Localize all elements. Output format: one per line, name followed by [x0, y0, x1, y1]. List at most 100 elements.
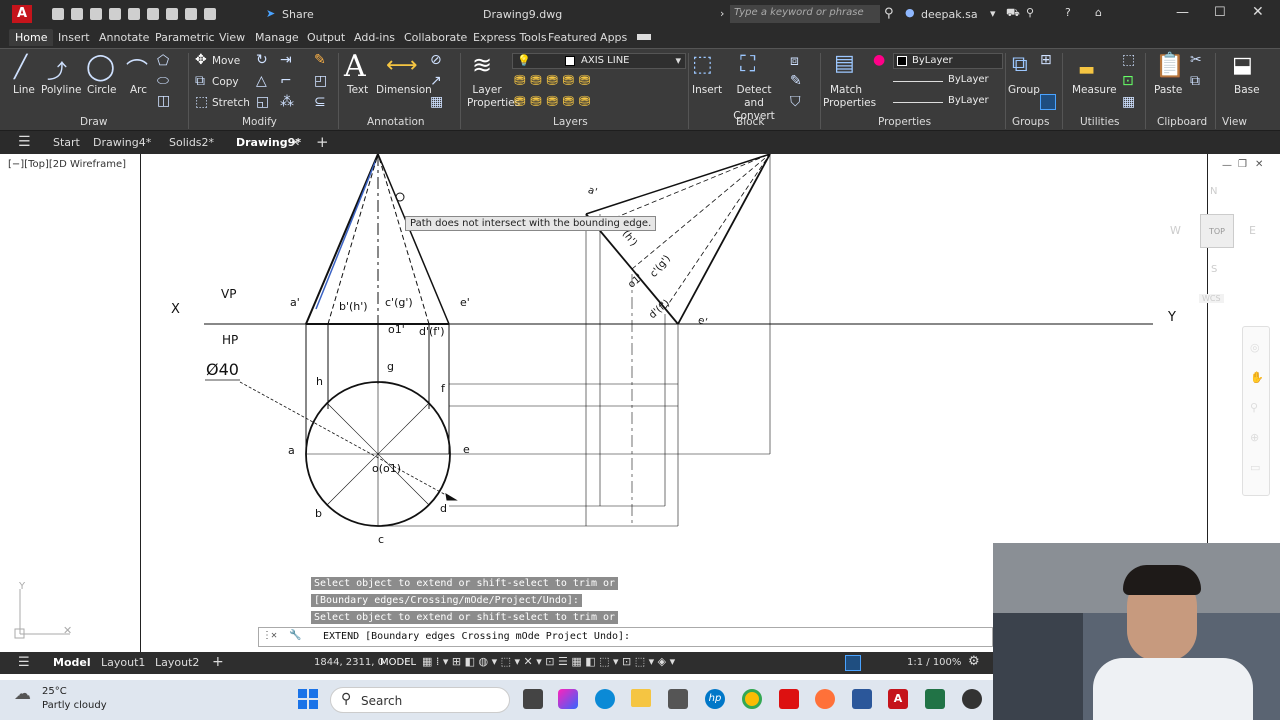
- paste-button[interactable]: Paste: [1154, 84, 1182, 96]
- measure-icon[interactable]: ▬: [1078, 59, 1095, 80]
- clipboard-panel-title[interactable]: Clipboard: [1157, 116, 1207, 128]
- file-tab-drawing4[interactable]: Drawing4*: [93, 136, 151, 149]
- autocad-taskbar-icon[interactable]: A: [888, 689, 908, 709]
- tab-parametric[interactable]: Parametric: [155, 31, 215, 44]
- table-icon[interactable]: ▦: [430, 94, 443, 110]
- insert-icon[interactable]: ⬚: [692, 52, 713, 77]
- coordinate-readout[interactable]: 1844, 2311, 0: [314, 657, 384, 668]
- orbit-icon[interactable]: ⊕: [1250, 431, 1259, 444]
- save-as-icon[interactable]: [109, 8, 121, 20]
- layer-tools-icon[interactable]: ⛃ ⛃ ⛃ ⛃ ⛃: [514, 73, 590, 89]
- rectangle-icon[interactable]: ⬠: [157, 53, 169, 69]
- array-icon[interactable]: ⁂: [280, 94, 294, 110]
- match-properties-button[interactable]: Match Properties: [823, 84, 876, 110]
- circle-icon[interactable]: ◯: [86, 52, 115, 82]
- view-panel-title[interactable]: View: [1222, 116, 1247, 128]
- polyline-icon[interactable]: ⤴: [47, 55, 67, 84]
- showmotion-icon[interactable]: ▭: [1250, 461, 1260, 474]
- zoom-icon[interactable]: ⚲: [1250, 401, 1258, 414]
- close-tab-icon[interactable]: ✕: [291, 136, 300, 149]
- minimize-icon[interactable]: —: [1176, 5, 1189, 20]
- mcafee-icon[interactable]: [779, 689, 799, 709]
- ribbon-toggle-icon[interactable]: [637, 34, 651, 40]
- quick-select-icon[interactable]: ⬚: [1122, 52, 1135, 68]
- navigation-bar[interactable]: ◎ ✋ ⚲ ⊕ ▭: [1242, 326, 1270, 496]
- open-icon[interactable]: [71, 8, 83, 20]
- text-button[interactable]: Text: [347, 84, 368, 96]
- share-button[interactable]: Share: [282, 8, 314, 21]
- tab-featured-apps[interactable]: Featured Apps: [548, 31, 627, 44]
- paste-icon[interactable]: 📋: [1155, 51, 1185, 79]
- wcs-menu[interactable]: WCS: [1199, 294, 1224, 303]
- tab-express-tools[interactable]: Express Tools: [473, 31, 547, 44]
- viewcube-top[interactable]: TOP: [1200, 214, 1234, 248]
- boundary-icon[interactable]: ◫: [157, 93, 170, 109]
- color-wheel-icon[interactable]: ●: [873, 52, 885, 68]
- polyline-button[interactable]: Polyline: [41, 84, 81, 96]
- hatch-icon[interactable]: ⬭: [157, 73, 169, 89]
- detect-convert-icon[interactable]: ⛶: [740, 52, 755, 77]
- layer-properties-button[interactable]: Layer Properties: [467, 84, 520, 110]
- settings-gear-icon[interactable]: ⚙: [968, 654, 980, 669]
- line-icon[interactable]: ╱: [14, 55, 27, 80]
- block-attr-icon[interactable]: ⛉: [790, 94, 801, 110]
- file-explorer-icon[interactable]: [631, 689, 651, 707]
- annotation-panel-title[interactable]: Annotation: [367, 116, 425, 128]
- command-prompt[interactable]: EXTEND [Boundary edges Crossing mOde Pro…: [323, 631, 630, 642]
- model-space-button[interactable]: MODEL: [380, 657, 416, 668]
- viewcube-east[interactable]: E: [1249, 224, 1256, 237]
- mirror-icon[interactable]: △: [256, 73, 267, 89]
- file-tab-solids2[interactable]: Solids2*: [169, 136, 214, 149]
- layout-tab-model[interactable]: Model: [53, 656, 91, 669]
- group-icon[interactable]: ⧉: [1012, 52, 1028, 77]
- copilot-icon[interactable]: [558, 689, 578, 709]
- base-view-icon[interactable]: ⬓: [1232, 53, 1253, 78]
- block-edit-icon[interactable]: ✎: [790, 73, 802, 89]
- windows-start-icon[interactable]: [298, 689, 318, 709]
- trim-icon[interactable]: ⇥: [280, 52, 292, 68]
- draw-panel-title[interactable]: Draw: [80, 116, 107, 128]
- close-cmd-icon[interactable]: ✕: [271, 630, 277, 641]
- excel-icon[interactable]: [925, 689, 945, 709]
- grid-icon[interactable]: ▦ ⁞ ▾ ⊞ ◧ ◍ ▾ ⬚ ▾ ✕ ▾ ⊡ ☰ ▦ ◧ ⬚ ▾ ⊡ ⬚ ▾ …: [422, 655, 675, 668]
- stretch-button[interactable]: Stretch: [212, 97, 250, 109]
- arc-button[interactable]: Arc: [130, 84, 147, 96]
- store-icon[interactable]: [668, 689, 688, 709]
- cart-icon[interactable]: ⛟: [1006, 6, 1020, 21]
- scale-icon[interactable]: ◱: [256, 94, 269, 110]
- help-search-input[interactable]: Type a keyword or phrase: [730, 5, 880, 23]
- task-view-icon[interactable]: [523, 689, 543, 709]
- calculator-icon[interactable]: ▦: [1122, 94, 1135, 110]
- arc-icon[interactable]: ⌒: [126, 53, 148, 85]
- undo-icon[interactable]: [185, 8, 197, 20]
- viewcube-west[interactable]: W: [1170, 224, 1181, 237]
- edge-icon[interactable]: [595, 689, 615, 709]
- text-icon[interactable]: A: [344, 49, 366, 84]
- copy-button[interactable]: Copy: [212, 76, 239, 88]
- layer-properties-icon[interactable]: ≋: [472, 51, 492, 79]
- layers-panel-title[interactable]: Layers: [553, 116, 588, 128]
- stretch-icon[interactable]: ⬚: [195, 94, 208, 110]
- maximize-icon[interactable]: ☐: [1214, 5, 1226, 20]
- viewcube-south[interactable]: S: [1211, 264, 1217, 275]
- viewport-minimize-icon[interactable]: —: [1222, 160, 1232, 171]
- erase-icon[interactable]: ✎: [314, 52, 326, 68]
- leader-icon[interactable]: ⊘: [430, 52, 442, 68]
- close-icon[interactable]: ✕: [1252, 4, 1264, 20]
- user-name[interactable]: deepak.sa: [921, 8, 978, 21]
- settings-icon[interactable]: [962, 689, 982, 709]
- tab-addins[interactable]: Add-ins: [354, 31, 395, 44]
- group-select-icon[interactable]: [1040, 94, 1056, 110]
- search-icon[interactable]: ⚲: [884, 6, 894, 21]
- move-button[interactable]: Move: [212, 55, 240, 67]
- pan-icon[interactable]: ✋: [1250, 371, 1264, 384]
- color-dropdown[interactable]: ByLayer: [893, 53, 1003, 69]
- insert-button[interactable]: Insert: [692, 84, 722, 96]
- tab-insert[interactable]: Insert: [58, 31, 90, 44]
- quick-access-toolbar[interactable]: [52, 8, 223, 23]
- layer-state-icon[interactable]: ⛃ ⛃ ⛃ ⛃ ⛃: [514, 94, 590, 110]
- firefox-icon[interactable]: [815, 689, 835, 709]
- utilities-panel-title[interactable]: Utilities: [1080, 116, 1120, 128]
- select-all-icon[interactable]: ⊡: [1122, 73, 1134, 89]
- linetype-dropdown[interactable]: ByLayer: [893, 73, 1003, 89]
